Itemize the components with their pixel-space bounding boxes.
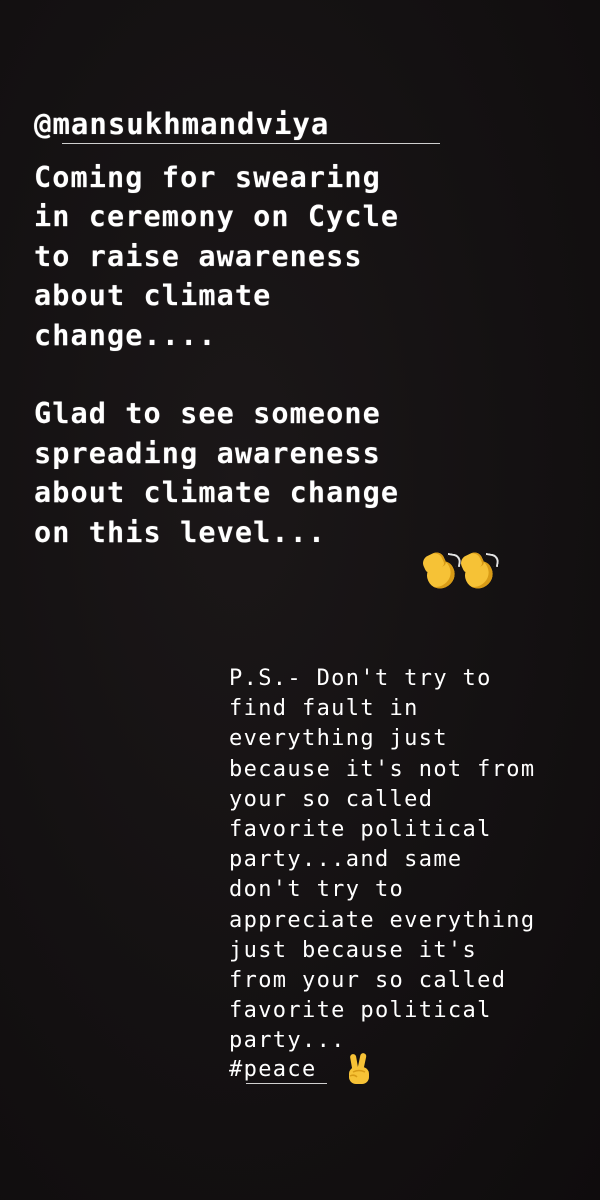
clapping-hands-icon — [422, 552, 462, 593]
victory-hand-icon — [349, 1053, 369, 1084]
clapping-hands-icon — [460, 552, 500, 593]
mention-underline — [62, 143, 440, 144]
postscript-text: P.S.- Don't try to find fault in everyth… — [229, 666, 536, 1054]
story-main-text: Coming for swearing in ceremony on Cycle… — [34, 161, 400, 549]
hashtag-underline — [246, 1083, 327, 1084]
hashtag-peace[interactable]: #peace — [229, 1055, 317, 1085]
mention-tag[interactable]: @mansukhmandviya — [34, 104, 329, 144]
story-canvas: @mansukhmandviya Coming for swearing in … — [0, 0, 600, 1200]
